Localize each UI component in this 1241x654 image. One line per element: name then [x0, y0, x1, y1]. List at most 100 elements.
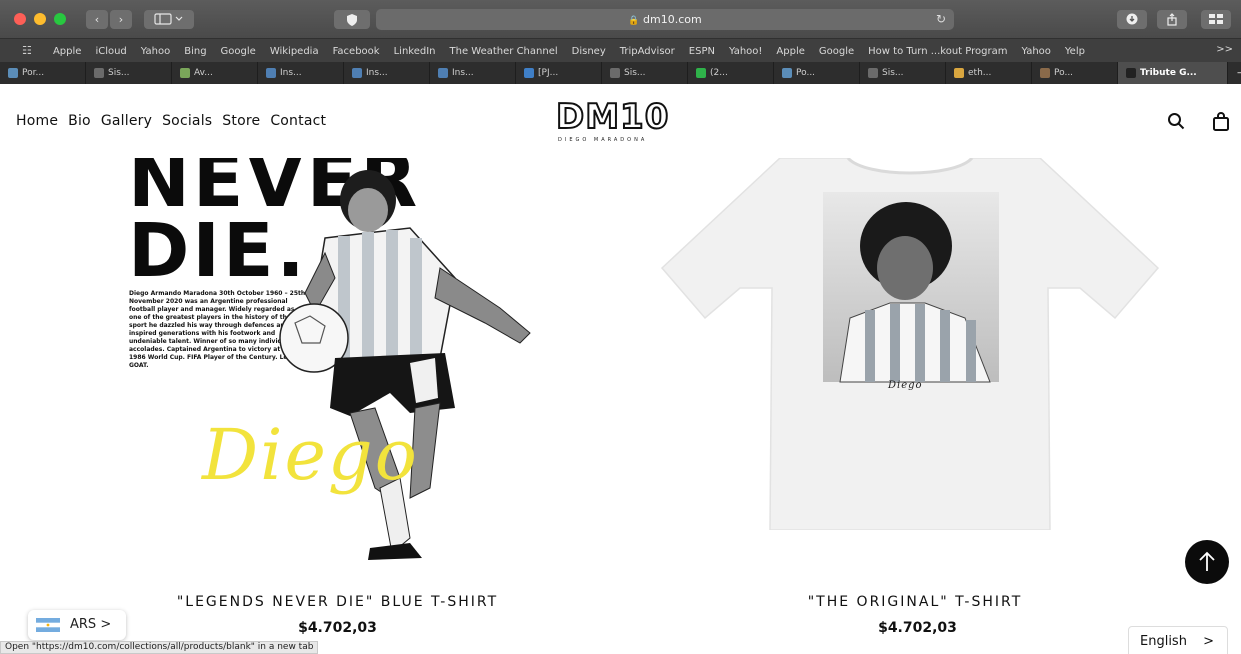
nav-contact[interactable]: Contact: [270, 113, 326, 129]
browser-tab[interactable]: Ins...: [430, 62, 516, 84]
nav-bio[interactable]: Bio: [68, 113, 91, 129]
browser-tab[interactable]: Po...: [1032, 62, 1118, 84]
tab-favicon-icon: [868, 68, 878, 78]
favorite-link[interactable]: Facebook: [333, 41, 380, 62]
back-button[interactable]: ‹: [86, 10, 108, 29]
tab-bar: Por... Sis... Av... Ins... Ins... Ins... [PJ..…: [0, 62, 1241, 84]
favorite-link[interactable]: The Weather Channel: [450, 41, 558, 62]
share-button[interactable]: [1157, 10, 1187, 29]
logo-text: DM10: [555, 97, 670, 137]
language-label: English: [1140, 634, 1187, 649]
tab-label: Ins...: [366, 68, 388, 78]
favorites-bar: ☷ Apple iCloud Yahoo Bing Google Wikipedia Fac…: [0, 38, 1241, 62]
browser-tab[interactable]: Ins...: [344, 62, 430, 84]
language-selector[interactable]: English >: [1128, 626, 1228, 654]
nav-socials[interactable]: Socials: [162, 113, 212, 129]
scroll-to-top-button[interactable]: [1185, 540, 1229, 584]
sidebar-toggle-button[interactable]: [144, 10, 194, 29]
tab-favicon-icon: [610, 68, 620, 78]
privacy-report-button[interactable]: [334, 10, 370, 29]
grid-icon: [1209, 14, 1223, 24]
language-chevron-icon: >: [1203, 634, 1214, 649]
favorite-link[interactable]: Wikipedia: [270, 41, 319, 62]
product-title-original[interactable]: "THE ORIGINAL" T-SHIRT: [740, 594, 1090, 610]
zoom-window-button[interactable]: [54, 13, 66, 25]
favorite-link[interactable]: Yahoo: [1021, 41, 1050, 62]
browser-tab[interactable]: Sis...: [86, 62, 172, 84]
tab-favicon-icon: [180, 68, 190, 78]
player-illustration: [279, 170, 531, 560]
reload-icon[interactable]: ↻: [936, 9, 946, 30]
product-price-original: $4.702,03: [878, 620, 957, 636]
address-bar[interactable]: 🔒 dm10.com ↻: [376, 9, 954, 30]
close-window-button[interactable]: [14, 13, 26, 25]
browser-tab[interactable]: Sis...: [602, 62, 688, 84]
browser-tab[interactable]: Po...: [774, 62, 860, 84]
product-price-legends: $4.702,03: [298, 620, 377, 636]
browser-window: ‹ › 🔒 dm10.com ↻ ☷ Apple iCloud Yahoo Bing G…: [0, 0, 1241, 654]
new-tab-button[interactable]: +: [1228, 62, 1241, 84]
site-logo[interactable]: DM10 DIEGO MARADONA: [555, 97, 698, 148]
favorite-link[interactable]: Google: [819, 41, 854, 62]
tab-favicon-icon: [1040, 68, 1050, 78]
favorite-link[interactable]: Yelp: [1065, 41, 1085, 62]
tab-label: Ins...: [452, 68, 474, 78]
nav-store[interactable]: Store: [222, 113, 260, 129]
favorite-link[interactable]: LinkedIn: [394, 41, 436, 62]
product-title-legends[interactable]: "LEGENDS NEVER DIE" BLUE T-SHIRT: [130, 594, 545, 610]
favorite-link[interactable]: Apple: [53, 41, 81, 62]
currency-selector[interactable]: ARS >: [28, 610, 126, 640]
tab-favicon-icon: [782, 68, 792, 78]
product-image-original[interactable]: Diego: [660, 156, 1160, 531]
browser-tab[interactable]: Ins...: [258, 62, 344, 84]
tab-label: Av...: [194, 68, 213, 78]
search-icon[interactable]: [1167, 112, 1185, 130]
nav-gallery[interactable]: Gallery: [101, 113, 152, 129]
favorites-more-button[interactable]: >>: [1216, 39, 1233, 61]
browser-tab[interactable]: (2...: [688, 62, 774, 84]
favorite-link[interactable]: Bing: [184, 41, 206, 62]
browser-tab[interactable]: eth...: [946, 62, 1032, 84]
tab-label: Sis...: [108, 68, 130, 78]
favorite-link[interactable]: Yahoo!: [729, 41, 762, 62]
link-status-tooltip: Open "https://dm10.com/collections/all/p…: [0, 641, 319, 654]
favorite-link[interactable]: ESPN: [689, 41, 715, 62]
nav-home[interactable]: Home: [16, 113, 58, 129]
tab-favicon-icon: [524, 68, 534, 78]
tab-label: [PJ...: [538, 68, 559, 78]
favorite-link[interactable]: Disney: [572, 41, 606, 62]
favorite-link[interactable]: iCloud: [95, 41, 126, 62]
browser-tab[interactable]: [PJ...: [516, 62, 602, 84]
tab-label: Sis...: [624, 68, 646, 78]
tab-label: Po...: [796, 68, 816, 78]
poster-script-text: Diego: [202, 414, 419, 496]
tab-label: Por...: [22, 68, 45, 78]
title-bar: ‹ › 🔒 dm10.com ↻: [0, 0, 1241, 38]
favorite-link[interactable]: Apple: [776, 41, 804, 62]
chevron-left-icon: ‹: [94, 13, 100, 26]
minimize-window-button[interactable]: [34, 13, 46, 25]
tab-favicon-icon: [352, 68, 362, 78]
site-header: Home Bio Gallery Socials Store Contact D…: [0, 84, 1241, 158]
browser-tab[interactable]: Av...: [172, 62, 258, 84]
forward-button[interactable]: ›: [110, 10, 132, 29]
favorite-link[interactable]: Yahoo: [141, 41, 170, 62]
product-image-legends[interactable]: NEVER DIE. Diego Armando Maradona 30th O…: [110, 158, 540, 568]
tab-favicon-icon: [438, 68, 448, 78]
tab-favicon-icon: [94, 68, 104, 78]
tab-label: eth...: [968, 68, 992, 78]
browser-tab[interactable]: Por...: [0, 62, 86, 84]
argentina-flag-icon: [36, 618, 60, 632]
browser-tab[interactable]: Tribute G...: [1118, 62, 1228, 84]
tshirt-illustration: [660, 156, 1160, 531]
favorite-link[interactable]: TripAdvisor: [620, 41, 675, 62]
browser-tab[interactable]: Sis...: [860, 62, 946, 84]
main-nav: Home Bio Gallery Socials Store Contact: [16, 113, 326, 129]
downloads-button[interactable]: [1117, 10, 1147, 29]
chevron-right-icon: ›: [118, 13, 124, 26]
cart-bag-icon[interactable]: [1212, 112, 1230, 131]
favorite-link[interactable]: How to Turn ...kout Program: [868, 41, 1007, 62]
tab-overview-button[interactable]: [1201, 10, 1231, 29]
favorite-link[interactable]: Google: [221, 41, 256, 62]
favorites-grid-icon[interactable]: ☷: [22, 40, 32, 62]
